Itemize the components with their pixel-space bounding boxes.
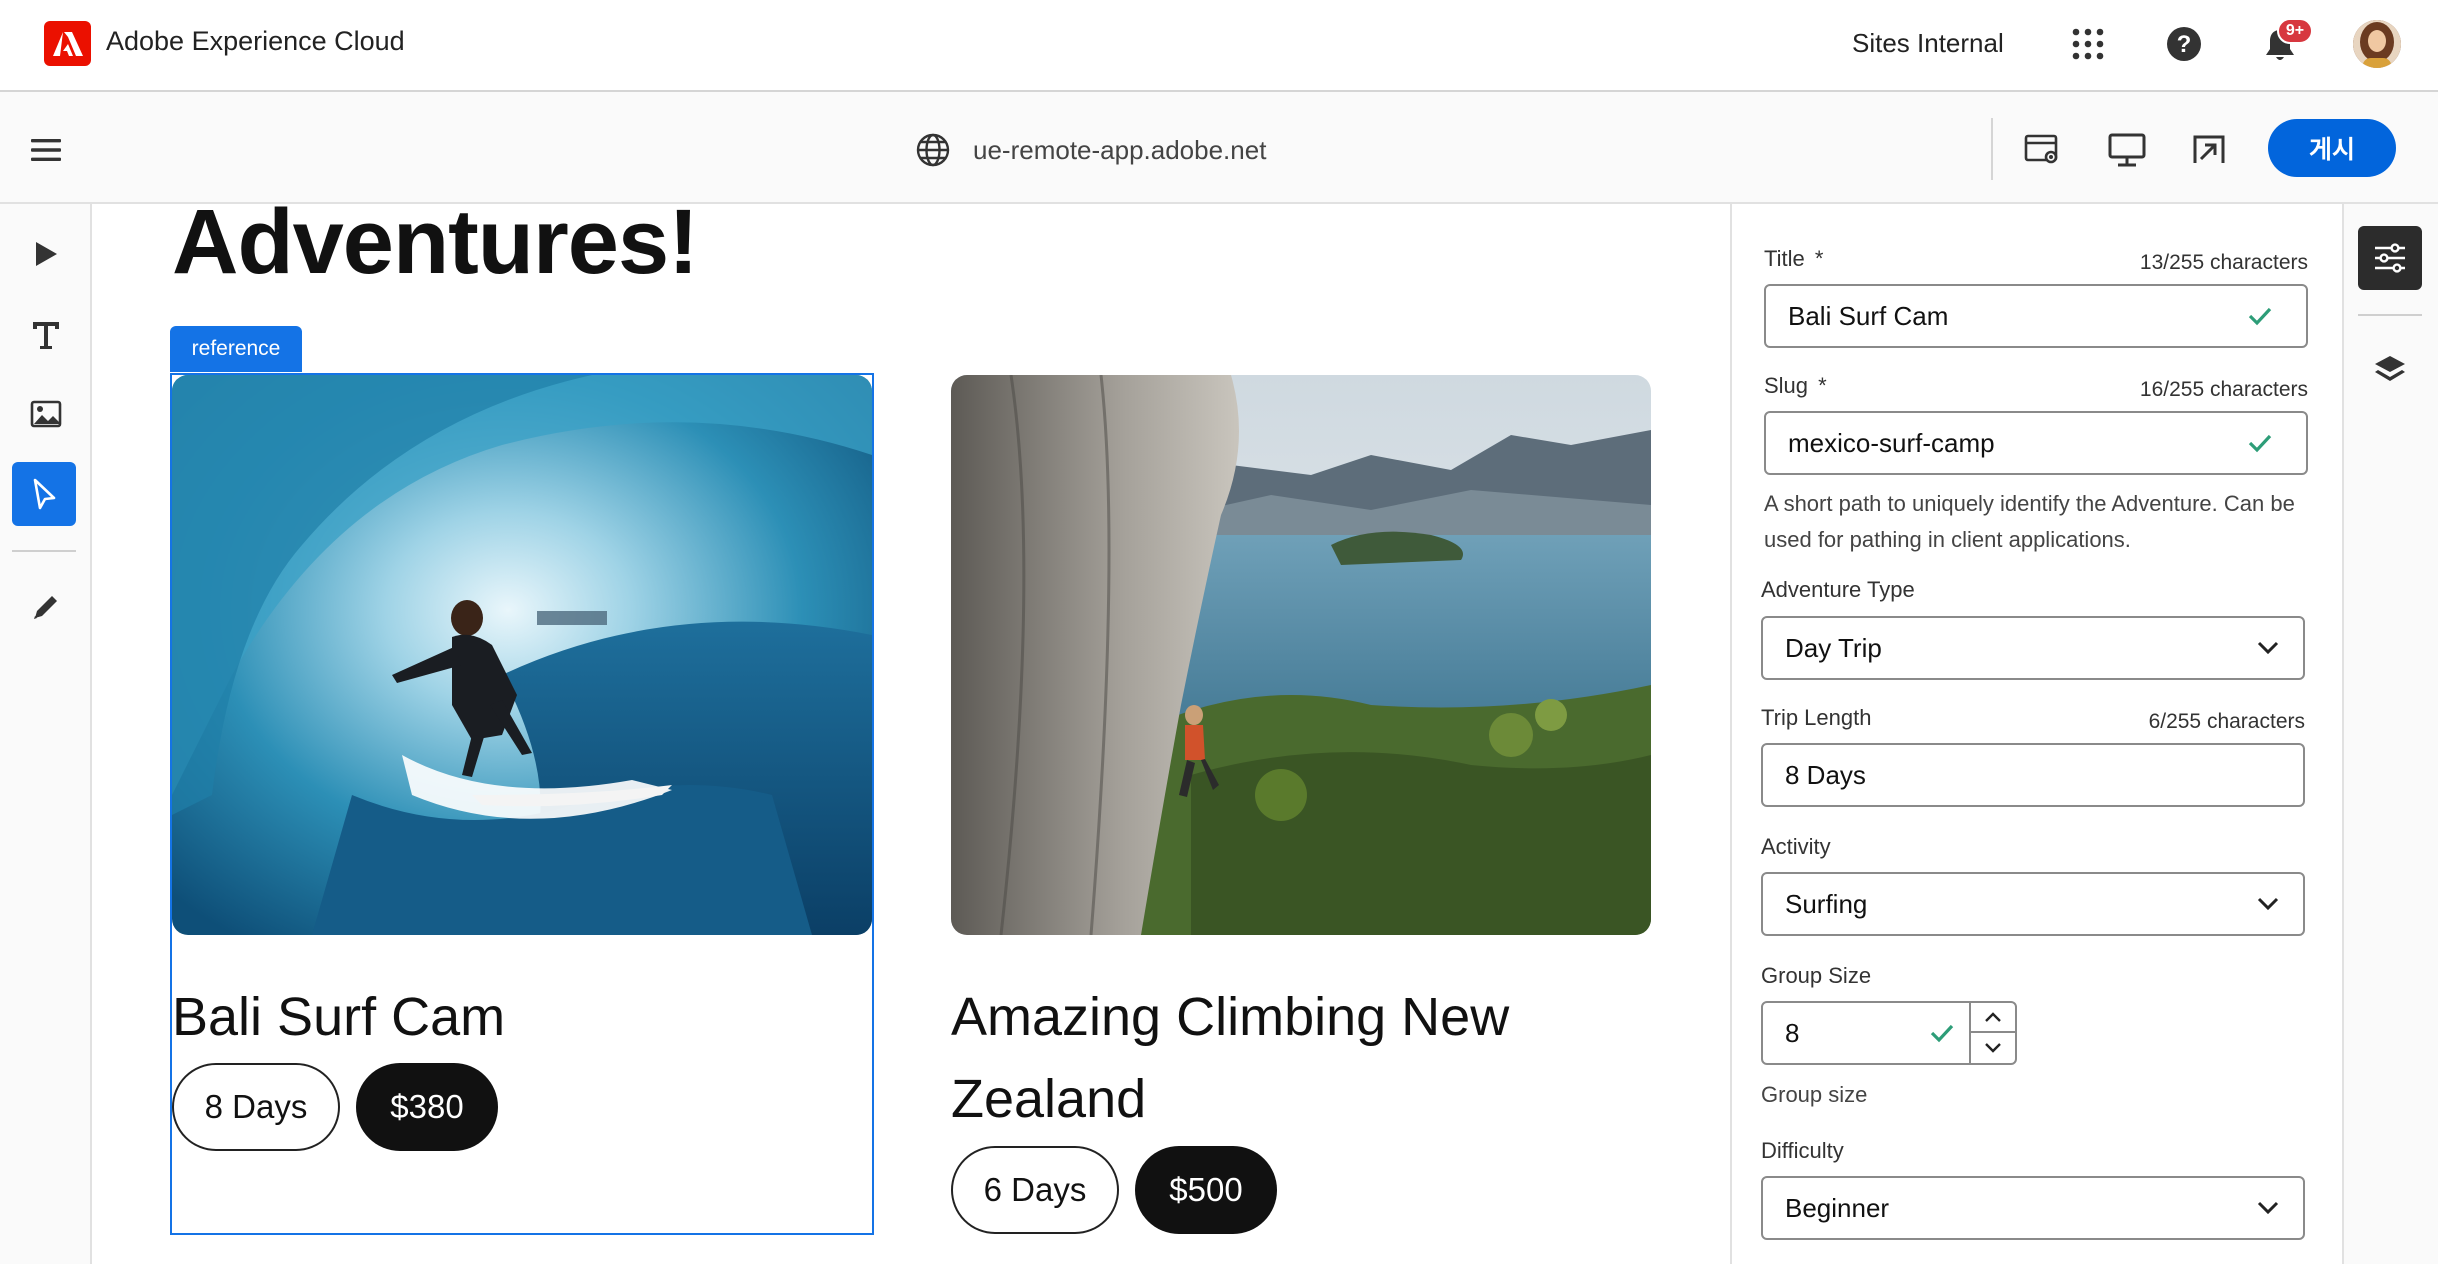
adobe-logo-icon[interactable] <box>44 21 91 66</box>
slug-label: Slug * <box>1764 373 1827 398</box>
layers-icon[interactable] <box>2370 350 2410 390</box>
card-title: Bali Surf Cam <box>172 987 506 1047</box>
svg-text:?: ? <box>2177 31 2192 58</box>
hamburger-menu-icon[interactable] <box>26 134 66 166</box>
desktop-preview-icon[interactable] <box>2106 130 2148 170</box>
rail-divider <box>2358 314 2422 316</box>
valid-check-icon <box>2244 300 2276 332</box>
difficulty-select[interactable]: Beginner <box>1761 1176 2305 1240</box>
properties-tab[interactable] <box>2358 226 2422 290</box>
toolbar-divider <box>1991 118 1993 180</box>
days-pill: 6 Days <box>951 1146 1119 1234</box>
rail-divider <box>12 550 76 552</box>
text-tool-icon[interactable] <box>26 316 66 354</box>
user-avatar[interactable] <box>2353 20 2401 68</box>
url-display[interactable]: ue-remote-app.adobe.net <box>973 135 1266 166</box>
activity-label: Activity <box>1761 834 1831 859</box>
image-tool-icon[interactable] <box>26 396 66 432</box>
card-image-surf[interactable] <box>172 375 872 935</box>
days-pill: 8 Days <box>172 1063 340 1151</box>
trip-length-label: Trip Length <box>1761 705 1872 730</box>
group-size-help-text: Group size <box>1761 1082 1868 1107</box>
title-char-count: 13/255 characters <box>2139 251 2308 274</box>
help-icon[interactable]: ? <box>2164 24 2204 64</box>
select-pointer-icon[interactable] <box>24 474 64 514</box>
difficulty-label: Difficulty <box>1761 1138 1844 1163</box>
edit-pencil-icon[interactable] <box>26 588 66 626</box>
stepper-decrement-button[interactable] <box>1971 1033 2015 1063</box>
open-in-new-window-icon[interactable] <box>2188 130 2230 170</box>
properties-sliders-icon <box>2375 243 2405 273</box>
globe-icon <box>913 130 953 170</box>
app-grid-icon[interactable] <box>2068 24 2108 64</box>
card-title: Amazing Climbing New Zealand <box>951 987 1510 1129</box>
org-switcher[interactable]: Sites Internal <box>1852 28 2004 59</box>
adventure-type-label: Adventure Type <box>1761 577 1915 602</box>
title-label: Title * <box>1764 246 1824 271</box>
chevron-down-icon <box>2256 892 2280 916</box>
card-image-climbing[interactable] <box>951 375 1651 935</box>
slug-char-count: 16/255 characters <box>2139 378 2308 401</box>
reference-tag: reference <box>170 326 302 372</box>
publish-button[interactable]: 게시 <box>2268 119 2396 177</box>
stepper-increment-button[interactable] <box>1971 1003 2015 1033</box>
page-settings-icon[interactable] <box>2022 130 2064 170</box>
valid-check-icon <box>2244 427 2276 459</box>
preview-play-icon[interactable] <box>26 236 66 272</box>
chevron-down-icon <box>2256 636 2280 660</box>
adventure-type-select[interactable]: Day Trip <box>1761 616 2305 680</box>
group-size-stepper <box>1969 1001 2017 1065</box>
chevron-down-icon <box>2256 1196 2280 1220</box>
trip-length-input[interactable]: 8 Days <box>1761 743 2305 807</box>
title-input[interactable]: Bali Surf Cam <box>1764 284 2308 348</box>
valid-check-icon <box>1926 1018 1958 1048</box>
notification-badge: 9+ <box>2277 18 2313 44</box>
page-heading: Adventures! <box>172 191 699 293</box>
slug-input[interactable]: mexico-surf-camp <box>1764 411 2308 475</box>
trip-length-char-count: 6/255 characters <box>2148 710 2305 733</box>
app-title: Adobe Experience Cloud <box>106 26 405 56</box>
price-pill: $380 <box>356 1063 498 1151</box>
component-rail <box>0 204 92 1264</box>
group-size-label: Group Size <box>1761 963 1872 988</box>
slug-help-text: A short path to uniquely identify the Ad… <box>1764 491 2295 552</box>
price-pill: $500 <box>1135 1146 1277 1234</box>
activity-select[interactable]: Surfing <box>1761 872 2305 936</box>
